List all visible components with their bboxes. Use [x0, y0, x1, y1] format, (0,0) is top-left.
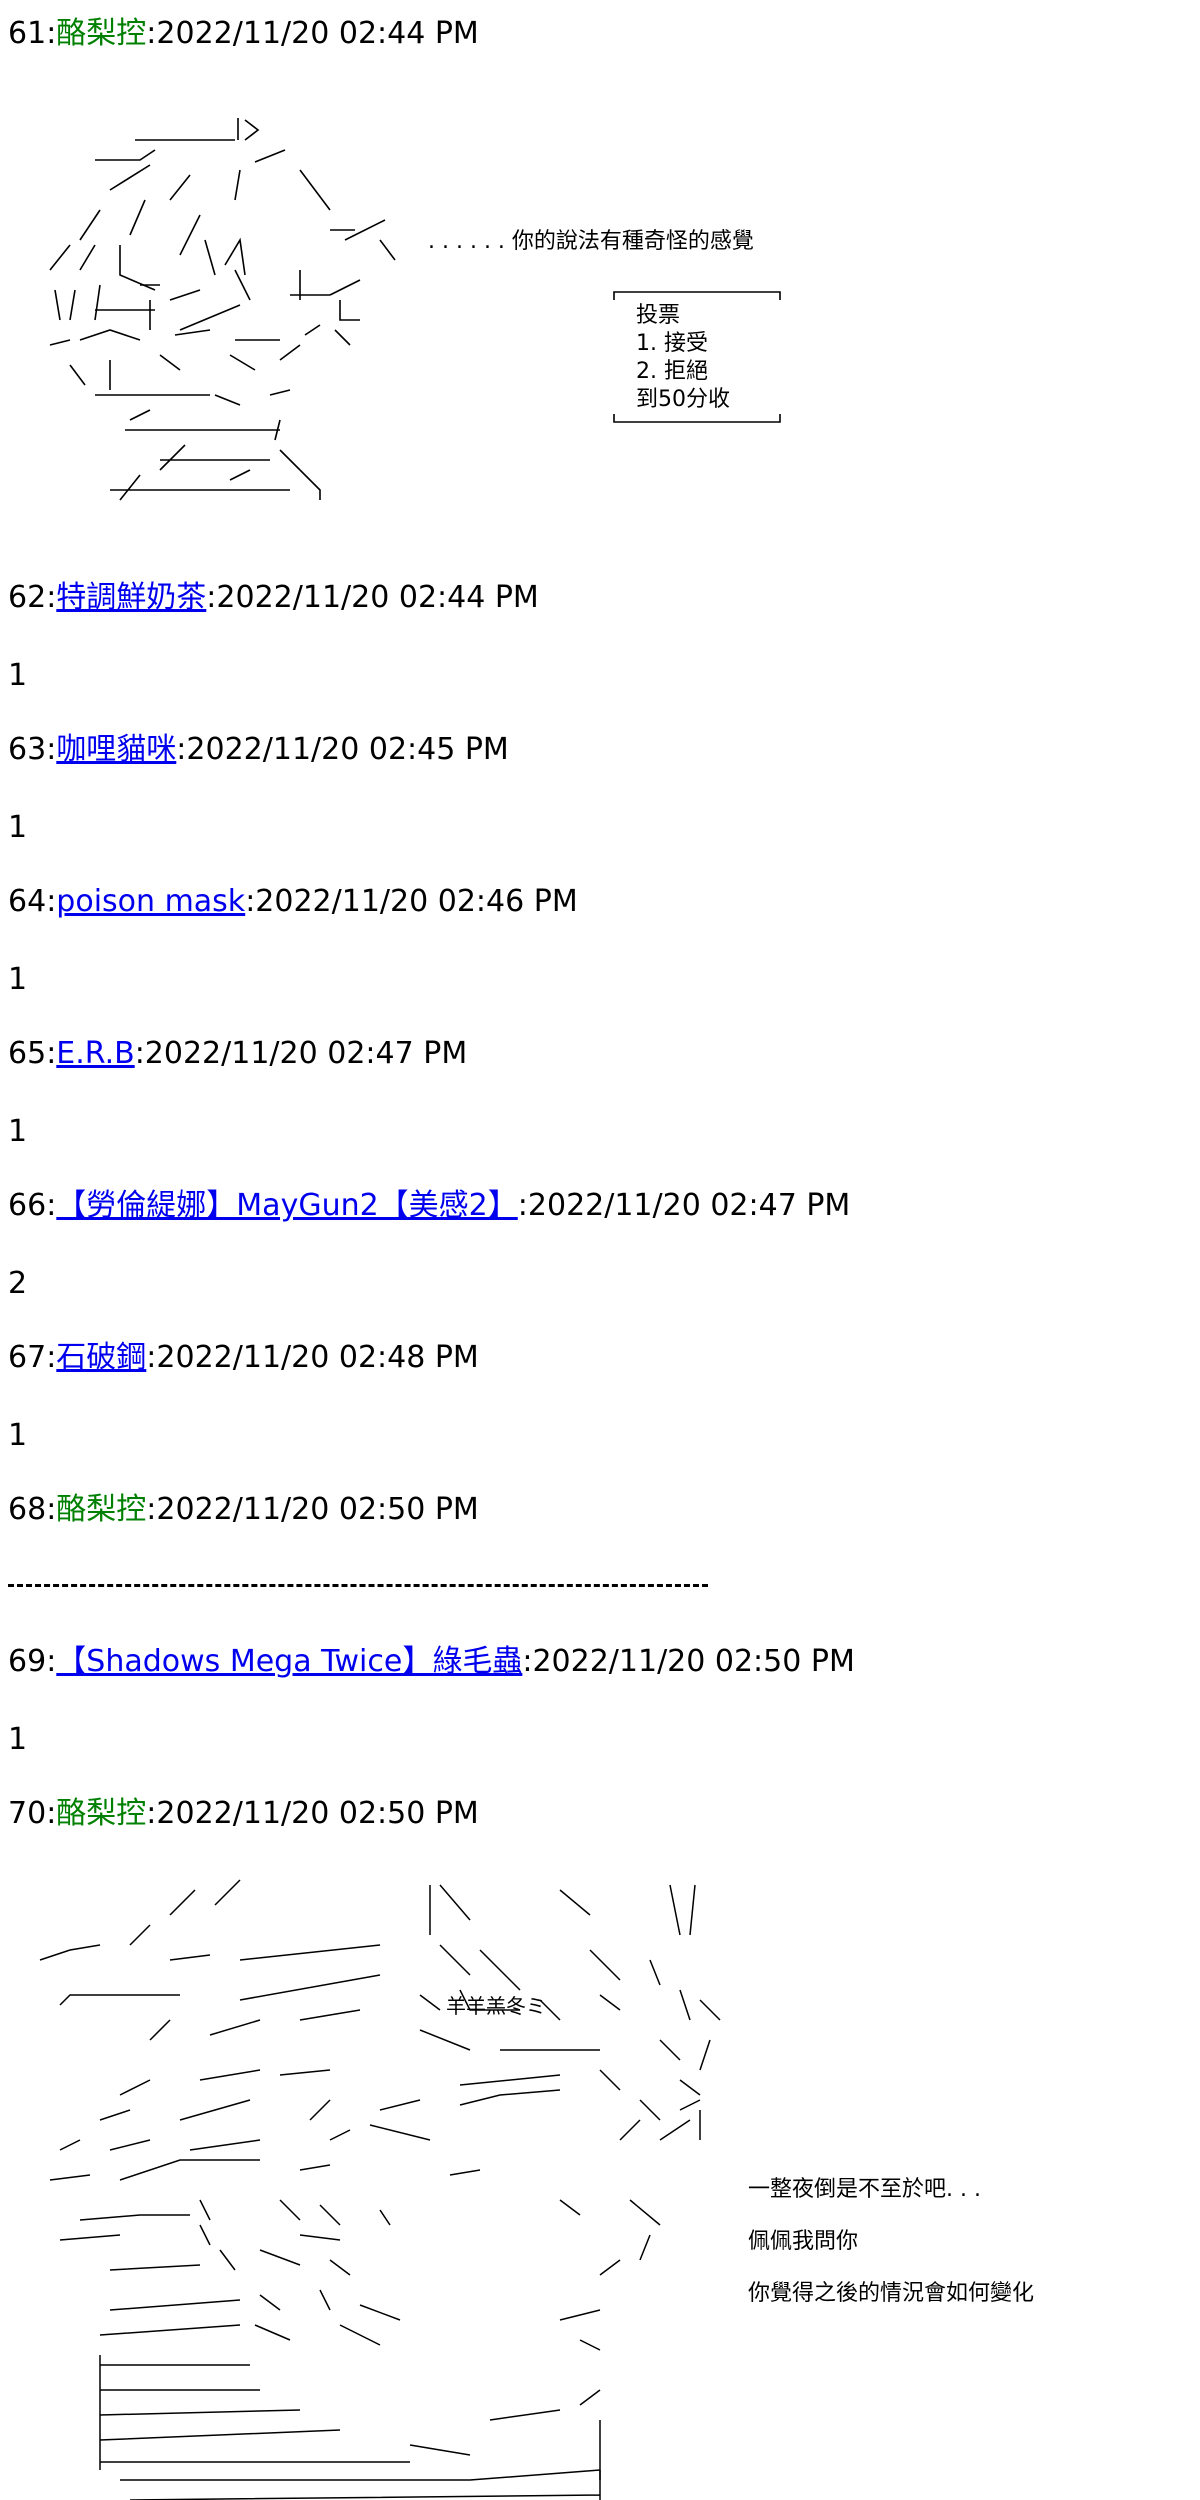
ascii-art-character-2 — [39, 1879, 721, 2500]
aa2-inner-text: 羊羊羔冬ミ — [446, 1994, 546, 2018]
aa2-line-3: 你覺得之後的情況會如何變化 — [748, 2281, 1035, 2306]
aa2-line-2: 佩佩我問你 — [748, 2229, 859, 2254]
aa2-line-1: 一整夜倒是不至於吧. . . — [748, 2177, 981, 2202]
